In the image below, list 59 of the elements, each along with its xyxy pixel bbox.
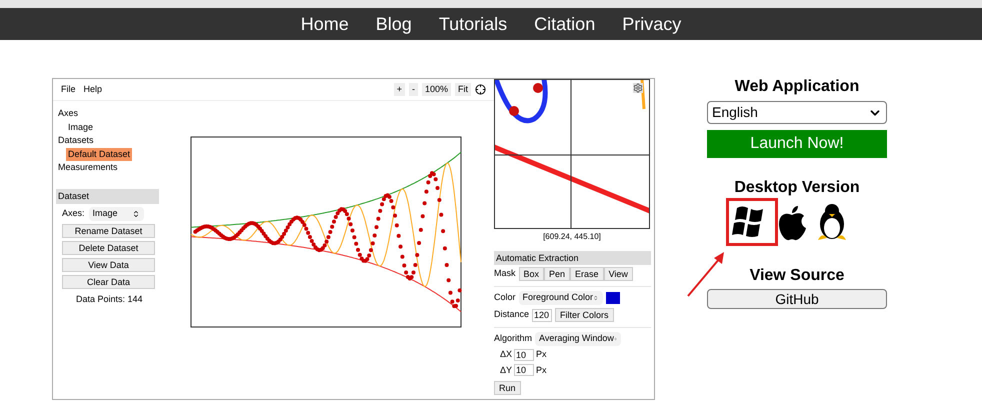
launch-button[interactable]: Launch Now!: [707, 130, 887, 158]
panel-header: Automatic Extraction: [494, 251, 651, 265]
chevrons-icon: [593, 294, 599, 302]
zoom-button[interactable]: +: [394, 83, 405, 96]
nav-link[interactable]: Privacy: [622, 10, 682, 38]
tree-item[interactable]: Measurements: [56, 161, 120, 174]
menu-item[interactable]: File: [61, 82, 76, 96]
tree-item[interactable]: Default Dataset: [66, 148, 132, 160]
mask-button[interactable]: Box: [518, 267, 544, 281]
tree-item[interactable]: Axes: [56, 107, 80, 120]
mask-button[interactable]: Erase: [570, 267, 604, 281]
color-select[interactable]: Foreground Color: [518, 291, 603, 305]
algorithm-select[interactable]: Averaging Window: [535, 332, 622, 346]
section-title: Web Application: [734, 77, 860, 97]
github-button[interactable]: GitHub: [707, 289, 887, 309]
distance-field[interactable]: 120: [532, 308, 552, 322]
algorithm-label: Algorithm: [494, 332, 532, 346]
annotation-arrow: [686, 250, 726, 298]
settings-icon[interactable]: [633, 83, 643, 93]
menu-item[interactable]: Help: [84, 82, 102, 96]
language-select[interactable]: English: [707, 101, 887, 124]
tree-item[interactable]: Image: [66, 120, 96, 134]
unit-label: Px: [536, 364, 547, 376]
cursor-coordinates: [609.24, 445.10]: [542, 231, 602, 243]
param-field[interactable]: 10: [514, 348, 534, 361]
unit-label: Px: [536, 348, 547, 361]
color-label: Color: [494, 291, 516, 304]
axes-select[interactable]: Image: [88, 206, 144, 220]
zoom-button[interactable]: -: [408, 83, 418, 96]
param-label: ΔY: [500, 364, 512, 376]
mask-button[interactable]: View: [604, 267, 633, 281]
chevrons-icon: [132, 210, 140, 218]
dataset-button[interactable]: Clear Data: [62, 274, 155, 288]
zoom-button[interactable]: Fit: [455, 83, 471, 96]
dataset-button[interactable]: Delete Dataset: [62, 240, 155, 254]
nav-link[interactable]: Home: [300, 10, 349, 38]
tree-item[interactable]: Datasets: [56, 134, 96, 147]
nav-link[interactable]: Tutorials: [438, 10, 508, 38]
dataset-button[interactable]: View Data: [62, 258, 155, 272]
distance-label: Distance: [494, 308, 530, 322]
section-title: Desktop Version: [734, 178, 860, 198]
crosshair-icon[interactable]: [475, 84, 486, 95]
param-field[interactable]: 10: [514, 364, 534, 376]
nav-link[interactable]: Blog: [376, 10, 412, 38]
color-swatch[interactable]: [606, 292, 620, 304]
dataset-button[interactable]: Rename Dataset: [62, 224, 155, 238]
section-title: View Source: [750, 266, 844, 286]
filter-colors-button[interactable]: Filter Colors: [555, 308, 614, 322]
mask-label: Mask: [494, 267, 516, 280]
zoom-button[interactable]: 100%: [422, 83, 451, 96]
apple-logo-icon[interactable]: [776, 204, 808, 242]
highlight-frame: [726, 198, 778, 246]
nav-link[interactable]: Citation: [534, 10, 596, 38]
panel-header: Dataset: [56, 188, 159, 204]
data-points-count: Data Points: 144: [76, 292, 144, 306]
mask-button[interactable]: Pen: [544, 267, 570, 281]
run-button[interactable]: Run: [494, 381, 521, 395]
param-label: ΔX: [500, 348, 512, 361]
axes-label: Axes:: [62, 206, 85, 220]
